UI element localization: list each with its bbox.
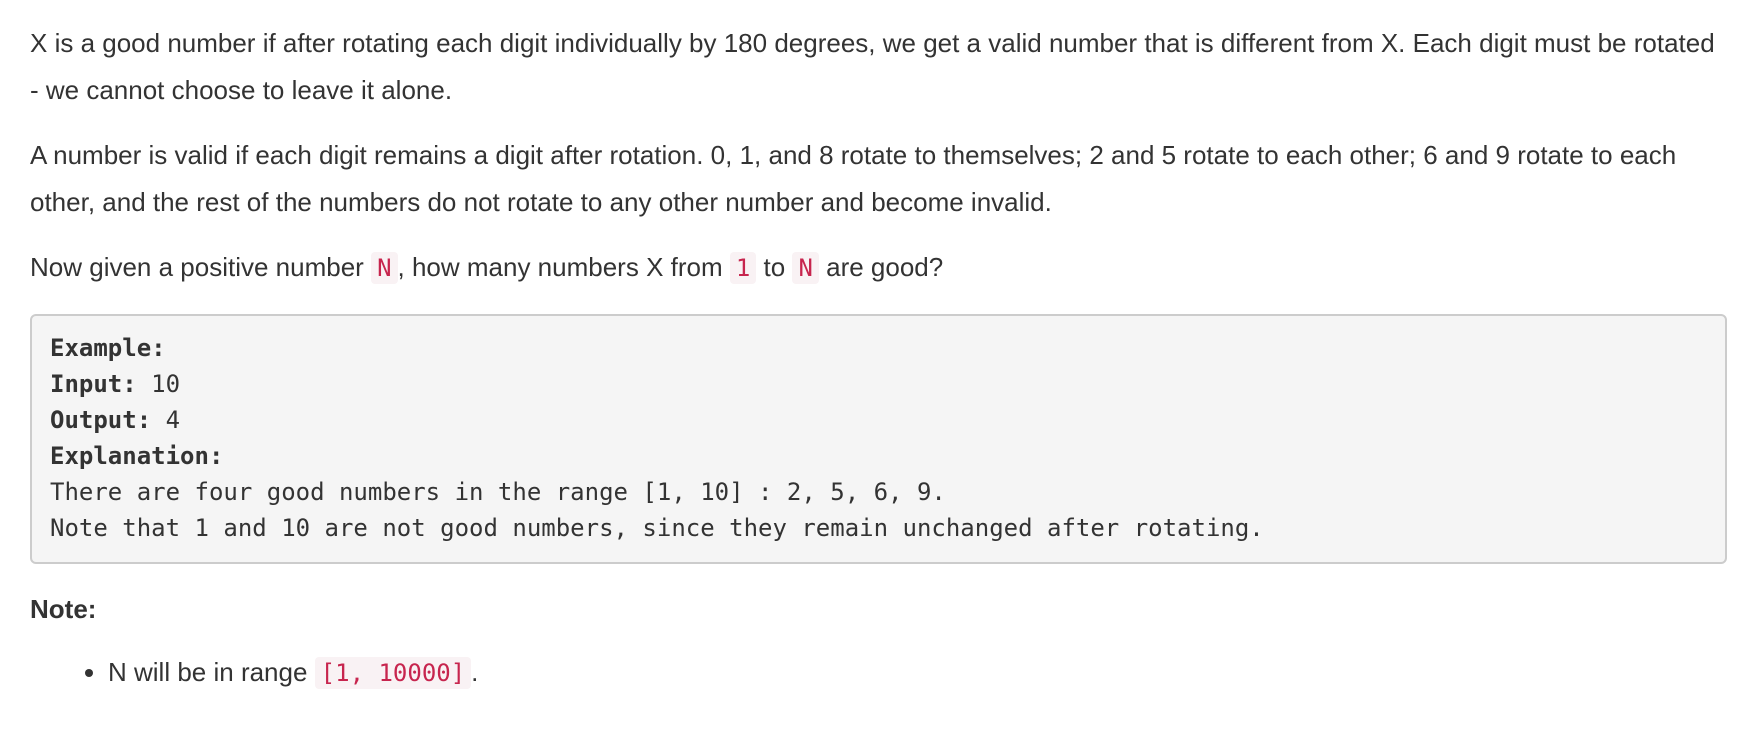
example-output-value: 4 <box>151 406 181 434</box>
inline-code-one: 1 <box>729 252 757 284</box>
note-heading: Note: <box>30 594 97 624</box>
problem-description: X is a good number if after rotating eac… <box>30 20 1730 697</box>
inline-code-n-2: N <box>792 252 819 284</box>
note-item-range-code: [1, 10000] <box>314 657 472 689</box>
inline-code-n: N <box>371 252 398 284</box>
example-heading: Example: <box>50 334 166 362</box>
note-list-item: N will be in range [1, 10000]. <box>108 649 1730 697</box>
example-input-label: Input: <box>50 370 137 398</box>
note-item-middle: will be in range <box>126 657 315 687</box>
example-output-label: Output: <box>50 406 152 434</box>
example-explanation-line-1: There are four good numbers in the range… <box>50 478 946 506</box>
example-input-value: 10 <box>136 370 181 398</box>
note-item-n: N <box>108 657 127 687</box>
example-code-block: Example: Input: 10 Output: 4 Explanation… <box>30 314 1727 564</box>
question-suffix: are good? <box>818 252 944 282</box>
paragraph-good-number: X is a good number if after rotating eac… <box>30 28 1715 105</box>
paragraph-valid-number: A number is valid if each digit remains … <box>30 140 1677 217</box>
example-explanation-line-2: Note that 1 and 10 are not good numbers,… <box>50 514 1264 542</box>
note-item-suffix: . <box>471 657 479 687</box>
note-list: N will be in range [1, 10000]. <box>30 649 1730 697</box>
paragraph-question: Now given a positive number N, how many … <box>30 244 1730 292</box>
question-prefix: Now given a positive number <box>30 252 372 282</box>
question-middle: , how many numbers X from <box>397 252 730 282</box>
example-explanation-label: Explanation: <box>50 442 224 470</box>
question-to: to <box>756 252 793 282</box>
